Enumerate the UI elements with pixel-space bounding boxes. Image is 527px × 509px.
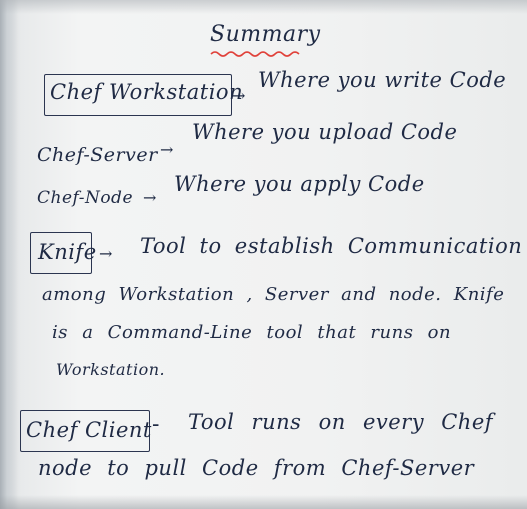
- knife-desc-line-4: Workstation.: [56, 360, 166, 379]
- whiteboard: Summary Chef Workstation → Where you wri…: [0, 0, 527, 509]
- knife-desc-line-2: among Workstation , Server and node. Kni…: [42, 284, 505, 305]
- chef-client-desc-line-2: node to pull Code from Chef-Server: [38, 456, 475, 480]
- page-title: Summary: [210, 22, 321, 47]
- arrow-1: →: [232, 86, 246, 105]
- chef-server-term: Chef-Server: [37, 144, 158, 166]
- arrow-2: →: [160, 140, 174, 159]
- knife-desc-line-1: Tool to establish Communication: [140, 234, 523, 258]
- knife-desc-line-3: is a Command-Line tool that runs on: [52, 322, 452, 343]
- title-underline: [210, 51, 300, 57]
- chef-client-term: Chef Client: [26, 418, 152, 442]
- board-bottom-shadow: [0, 495, 527, 509]
- arrow-4: →: [99, 244, 113, 263]
- chef-node-term: Chef-Node: [37, 188, 133, 208]
- chef-node-desc: Where you apply Code: [174, 172, 425, 196]
- board-edge-shadow: [0, 0, 18, 509]
- chef-workstation-desc: Where you write Code: [258, 68, 507, 92]
- chef-client-desc-line-1: Tool runs on every Chef: [188, 410, 494, 434]
- board-top-shadow: [0, 0, 527, 14]
- arrow-3: →: [143, 188, 157, 207]
- chef-workstation-term: Chef Workstation: [50, 80, 244, 104]
- knife-term: Knife: [38, 240, 97, 264]
- chef-server-desc: Where you upload Code: [192, 120, 458, 144]
- client-dash: -: [152, 412, 160, 437]
